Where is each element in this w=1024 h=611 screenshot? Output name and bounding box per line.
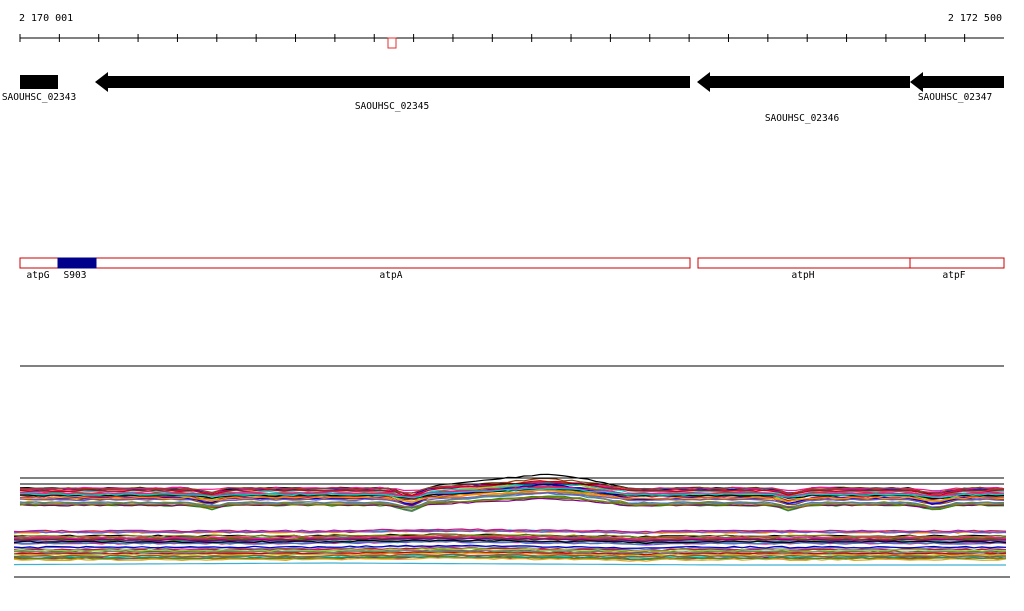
feature-box-atpa[interactable]: [57, 257, 691, 269]
position-marker[interactable]: [387, 37, 397, 49]
feature-label-atpg: atpG: [26, 270, 50, 281]
feature-box-atph[interactable]: [697, 257, 911, 269]
feature-box-s903[interactable]: [57, 257, 97, 269]
gene-label-saouhsc-02345: SAOUHSC_02345: [354, 101, 430, 112]
expression-profile-track: [13, 473, 1010, 578]
gene-label-saouhsc-02347: SAOUHSC_02347: [917, 92, 993, 103]
coordinate-ruler: [19, 34, 1004, 42]
gene-label-saouhsc-02343: SAOUHSC_02343: [1, 92, 77, 103]
gene-arrow-saouhsc-02345[interactable]: [95, 72, 690, 92]
feature-label-s903: S903: [63, 270, 87, 281]
gene-track: [20, 72, 1004, 92]
gene-label-saouhsc-02346: SAOUHSC_02346: [764, 113, 840, 124]
feature-box-atpf[interactable]: [909, 257, 1005, 269]
feature-label-atpa: atpA: [379, 270, 403, 281]
genome-browser-canvas: [13, 34, 1010, 578]
feature-label-atpf: atpF: [942, 270, 966, 281]
feature-label-atph: atpH: [791, 270, 815, 281]
gene-arrow-saouhsc-02346[interactable]: [697, 72, 910, 92]
profile-line: [13, 562, 1006, 566]
gene-arrow-saouhsc-02343[interactable]: [20, 75, 58, 89]
feature-track: [19, 257, 1005, 269]
feature-box-atpg[interactable]: [19, 257, 59, 269]
gene-arrow-saouhsc-02347[interactable]: [910, 72, 1004, 92]
